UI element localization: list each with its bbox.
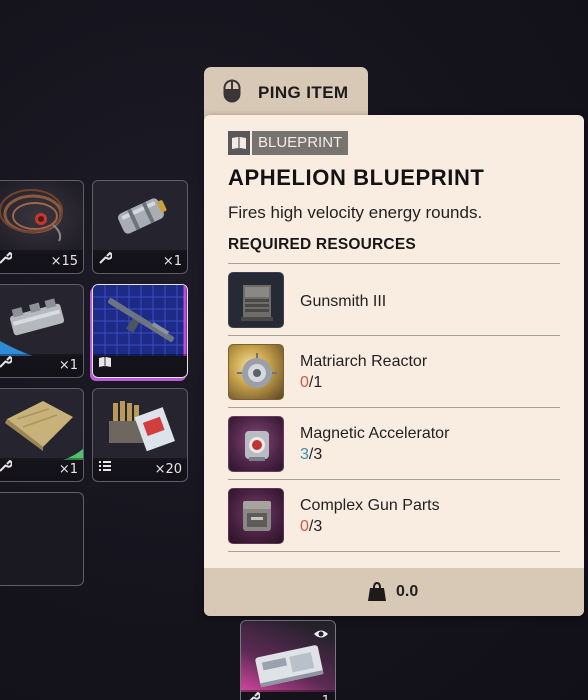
resource-name: Gunsmith III [300, 293, 387, 310]
weight-bag-icon [367, 581, 387, 607]
item-type-label: BLUEPRINT [252, 131, 349, 155]
inventory-slot-canister[interactable]: ×1 [92, 180, 188, 274]
item-tooltip-card: BLUEPRINT APHELION BLUEPRINT Fires high … [204, 115, 584, 616]
tooltip-footer: 0.0 [204, 568, 584, 616]
resource-name: Complex Gun Parts [300, 497, 440, 514]
wrench-icon [0, 459, 13, 477]
required-quantity: 3 [313, 518, 323, 535]
metal-part-item-image [0, 285, 83, 356]
resource-count: 0/3 [300, 518, 322, 536]
item-quantity: ×1 [58, 462, 78, 477]
blueprint-book-icon [228, 131, 250, 155]
required-quantity: 1 [313, 374, 323, 391]
inventory-slot-aphelion-blueprint[interactable] [92, 284, 188, 378]
inventory-slot-metal-part[interactable]: ×1 [0, 284, 84, 378]
item-quantity: ×1 [162, 254, 182, 269]
resource-count: 0/1 [300, 374, 322, 392]
inventory-slot-ammo-box[interactable]: ×20 [92, 388, 188, 482]
divider [228, 551, 560, 552]
accelerator-icon [228, 416, 284, 472]
slot-footer: ×1 [93, 250, 187, 273]
item-type-badge: BLUEPRINT [228, 131, 349, 155]
owned-quantity: 3 [300, 446, 309, 463]
required-quantity: 3 [313, 446, 323, 463]
mouse-icon [223, 79, 241, 108]
fabric-item-image [0, 389, 83, 460]
divider [228, 263, 560, 264]
gun-parts-case-icon [228, 488, 284, 544]
ammo-box-item-image [93, 389, 187, 460]
slot-footer: ×15 [0, 250, 83, 273]
owned-quantity: 0 [300, 518, 309, 535]
slot-footer: ×1 [0, 458, 83, 481]
wrench-icon [98, 251, 113, 269]
wrench-icon [246, 691, 261, 700]
ping-item-label: PING ITEM [258, 83, 349, 102]
wires-item-image [0, 181, 83, 252]
resource-count: 3/3 [300, 446, 322, 464]
slot-footer: 1 [241, 690, 335, 700]
required-resources-header: REQUIRED RESOURCES [228, 236, 416, 253]
inventory-slot-empty[interactable] [0, 492, 84, 586]
item-title: APHELION BLUEPRINT [228, 165, 485, 190]
blueprint-item-image [93, 285, 187, 356]
item-quantity: ×1 [58, 358, 78, 373]
slot-footer: ×20 [93, 458, 187, 481]
blueprint-book-icon [98, 355, 112, 373]
divider [228, 335, 560, 336]
item-quantity: ×15 [50, 254, 78, 269]
wrench-icon [0, 251, 13, 269]
inventory-slot-machine-case[interactable]: 1 [240, 620, 336, 700]
slot-footer [93, 354, 187, 377]
wrench-icon [0, 355, 13, 373]
divider [228, 479, 560, 480]
eye-icon[interactable] [313, 627, 329, 645]
resource-name: Magnetic Accelerator [300, 425, 450, 442]
resource-name: Matriarch Reactor [300, 353, 428, 370]
canister-item-image [93, 181, 187, 252]
owned-quantity: 0 [300, 374, 309, 391]
inventory-slot-wires[interactable]: ×15 [0, 180, 84, 274]
inventory-slot-fabric[interactable]: ×1 [0, 388, 84, 482]
item-quantity: ×20 [154, 462, 182, 477]
divider [228, 407, 560, 408]
item-quantity: 1 [322, 694, 330, 700]
item-description: Fires high velocity energy rounds. [228, 203, 483, 222]
reactor-icon [228, 344, 284, 400]
list-icon [98, 459, 112, 477]
workbench-icon [228, 272, 284, 328]
slot-footer: ×1 [0, 354, 83, 377]
item-weight: 0.0 [396, 583, 419, 600]
